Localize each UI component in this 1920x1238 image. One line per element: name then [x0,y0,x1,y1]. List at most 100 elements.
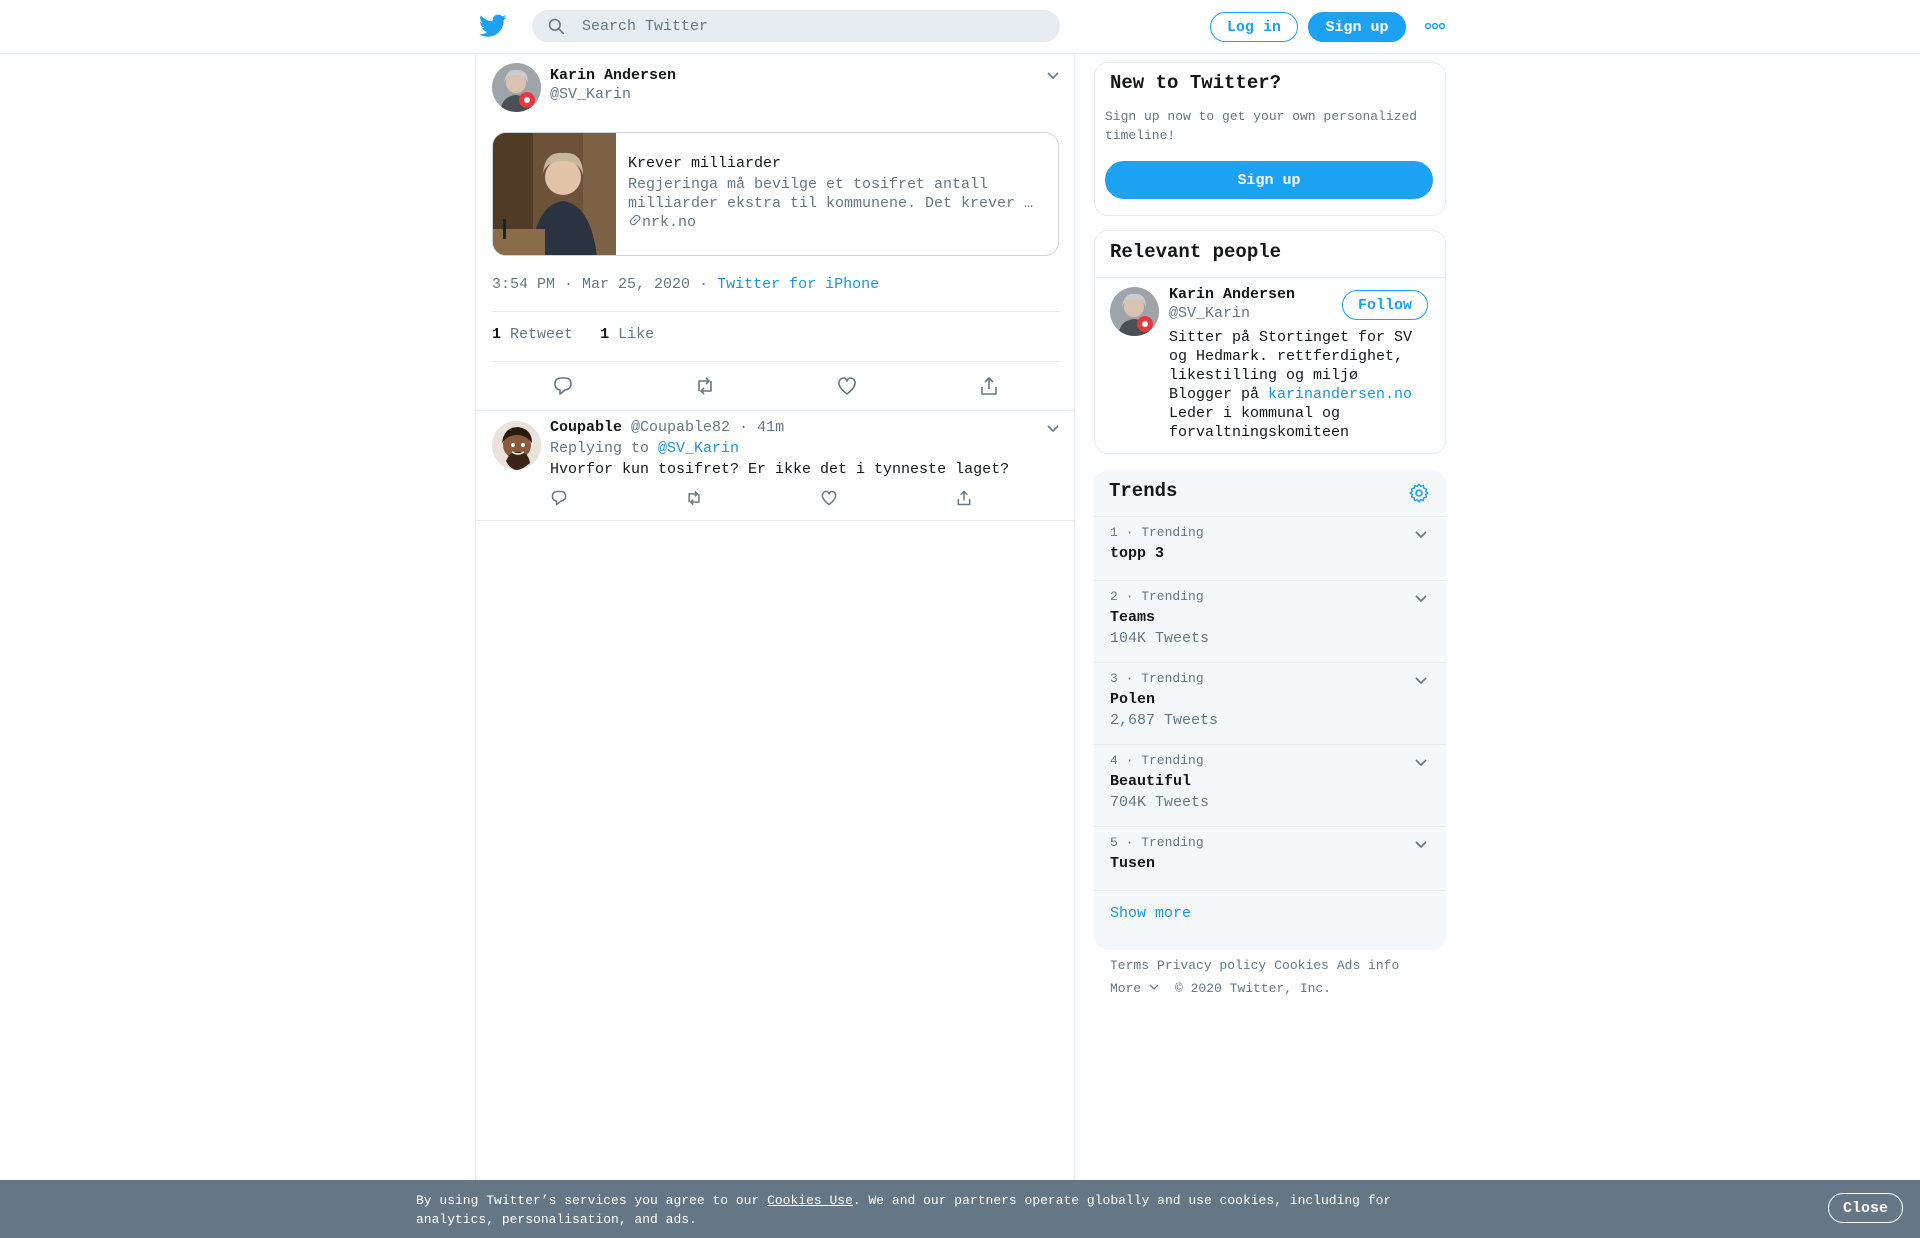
footer-link-ads-info[interactable]: Ads info [1337,958,1399,973]
trend-item[interactable]: 1 · Trending topp 3 [1094,516,1446,580]
cookie-text: By using Twitter’s services you agree to… [416,1191,1406,1229]
cookies-use-link[interactable]: Cookies Use [767,1193,853,1208]
chevron-down-icon[interactable] [1414,757,1428,767]
divider [1095,277,1445,278]
sidebar-signup-button[interactable]: Sign up [1105,161,1433,199]
replying-to-label: Replying to [550,440,650,457]
trend-name: topp 3 [1110,545,1165,562]
trend-meta: 3 · Trending [1110,671,1204,686]
trend-name: Tusen [1110,855,1156,872]
meta-separator: · [699,276,709,293]
chevron-down-icon[interactable] [1414,839,1428,849]
chevron-down-icon[interactable] [1046,70,1060,80]
twitter-logo-icon[interactable] [479,14,507,38]
module-text: Sign up now to get your own personalized… [1105,109,1418,143]
search-icon [548,18,565,35]
search-box[interactable] [532,10,1060,42]
footer-link-terms[interactable]: Terms [1110,958,1149,973]
show-more-row[interactable]: Show more [1094,890,1446,950]
login-button[interactable]: Log in [1210,12,1298,42]
card-description: Regjeringa må bevilge et tosifret antall… [628,176,1034,212]
tweet-meta: 3:54 PM · Mar 25, 2020 · Twitter for iPh… [492,276,879,293]
chevron-down-icon[interactable] [1414,529,1428,539]
trend-name: Beautiful [1110,773,1192,790]
module-title: Trends [1109,480,1178,502]
footer-link-cookies[interactable]: Cookies [1274,958,1329,973]
cookie-consent-bar: By using Twitter’s services you agree to… [0,1180,1920,1238]
person-avatar[interactable] [1110,287,1159,336]
replying-to-handle-link[interactable]: @SV_Karin [658,440,739,457]
share-icon[interactable] [978,375,1000,397]
footer-more-label: More [1110,981,1142,996]
trend-tweet-count: 104K Tweets [1110,630,1210,647]
reply-header: Coupable @Coupable82 · 41m [550,419,784,436]
follow-button[interactable]: Follow [1342,290,1428,320]
bio-website-link[interactable]: karinandersen.no [1268,386,1412,403]
trend-name: Polen [1110,691,1156,708]
like-stat[interactable]: 1 Like [600,326,654,343]
card-domain-text: nrk.no [642,214,697,231]
card-thumbnail-image [493,133,616,255]
retweet-icon[interactable] [685,489,703,507]
settings-gear-icon[interactable] [1408,482,1430,504]
show-more-link[interactable]: Show more [1110,905,1191,922]
like-stat-label: Like [618,326,655,343]
top-bar: Log in Sign up [0,0,1920,54]
footer-copyright: © 2020 Twitter, Inc. [1175,981,1332,996]
footer-link-privacy[interactable]: Privacy policy [1157,958,1266,973]
reply-author-name[interactable]: Coupable [550,419,622,436]
share-icon[interactable] [955,489,973,507]
divider [492,361,1060,362]
search-input[interactable] [582,10,1042,42]
bio-line: Sitter på Stortinget for SV og Hedmark. … [1169,329,1413,384]
link-card[interactable]: Krever milliarder Regjeringa må bevilge … [492,132,1059,256]
main-tweet: Karin Andersen @SV_Karin Krever milliard… [476,54,1074,410]
reply-text: Hvorfor kun tosifret? Er ikke det i tynn… [550,461,1010,478]
chevron-down-icon[interactable] [1046,423,1060,433]
card-title: Krever milliarder [628,155,782,172]
trend-item[interactable]: 3 · Trending Polen 2,687 Tweets [1094,662,1446,744]
trend-name: Teams [1110,609,1156,626]
tweet-timestamp[interactable]: 3:54 PM · Mar 25, 2020 [492,276,690,293]
signup-button[interactable]: Sign up [1308,12,1406,42]
footer-more-dropdown[interactable]: More [1110,981,1159,996]
reply-time[interactable]: · 41m [739,419,784,436]
like-icon[interactable] [836,375,858,397]
trend-meta: 1 · Trending [1110,525,1204,540]
new-to-twitter-module: New to Twitter? Sign up now to get your … [1094,62,1446,216]
trend-item[interactable]: 4 · Trending Beautiful 704K Tweets [1094,744,1446,826]
module-title: New to Twitter? [1110,72,1282,94]
trend-meta: 4 · Trending [1110,753,1204,768]
chevron-down-icon [1149,984,1159,990]
cookie-close-button[interactable]: Close [1828,1193,1904,1223]
like-icon[interactable] [820,489,838,507]
like-count: 1 [600,326,610,343]
trend-item[interactable]: 5 · Trending Tusen [1094,826,1446,890]
author-handle[interactable]: @SV_Karin [550,86,631,103]
bio-blogger-label: Blogger på [1169,386,1260,403]
tweet-source-link[interactable]: Twitter for iPhone [717,276,879,293]
retweet-icon[interactable] [694,375,716,397]
reply-tweet[interactable]: Coupable @Coupable82 · 41m Replying to @… [476,410,1074,521]
trend-tweet-count: 704K Tweets [1110,794,1210,811]
relevant-people-module: Relevant people Karin Andersen @SV_Karin… [1094,230,1446,454]
more-options-icon[interactable] [1424,20,1446,32]
reply-author-avatar[interactable] [492,421,541,470]
person-handle[interactable]: @SV_Karin [1169,305,1250,322]
link-icon [629,214,641,226]
trends-module: Trends 1 · Trending topp 3 2 · Trending … [1094,470,1446,950]
reply-icon[interactable] [550,489,568,507]
chevron-down-icon[interactable] [1414,675,1428,685]
card-domain: nrk.no [628,213,696,231]
person-name[interactable]: Karin Andersen [1169,286,1295,303]
sidebar-footer: Terms Privacy policy Cookies Ads info More … [1110,954,1440,1000]
author-avatar[interactable] [492,63,541,112]
replying-to: Replying to @SV_Karin [550,440,739,457]
reply-icon[interactable] [552,375,574,397]
author-name[interactable]: Karin Andersen [550,67,676,84]
trend-item[interactable]: 2 · Trending Teams 104K Tweets [1094,580,1446,662]
retweet-stat[interactable]: 1 Retweet [492,326,573,343]
reply-author-handle[interactable]: @Coupable82 [631,419,730,436]
chevron-down-icon[interactable] [1414,593,1428,603]
main-timeline-column: Karin Andersen @SV_Karin Krever milliard… [475,54,1075,1180]
